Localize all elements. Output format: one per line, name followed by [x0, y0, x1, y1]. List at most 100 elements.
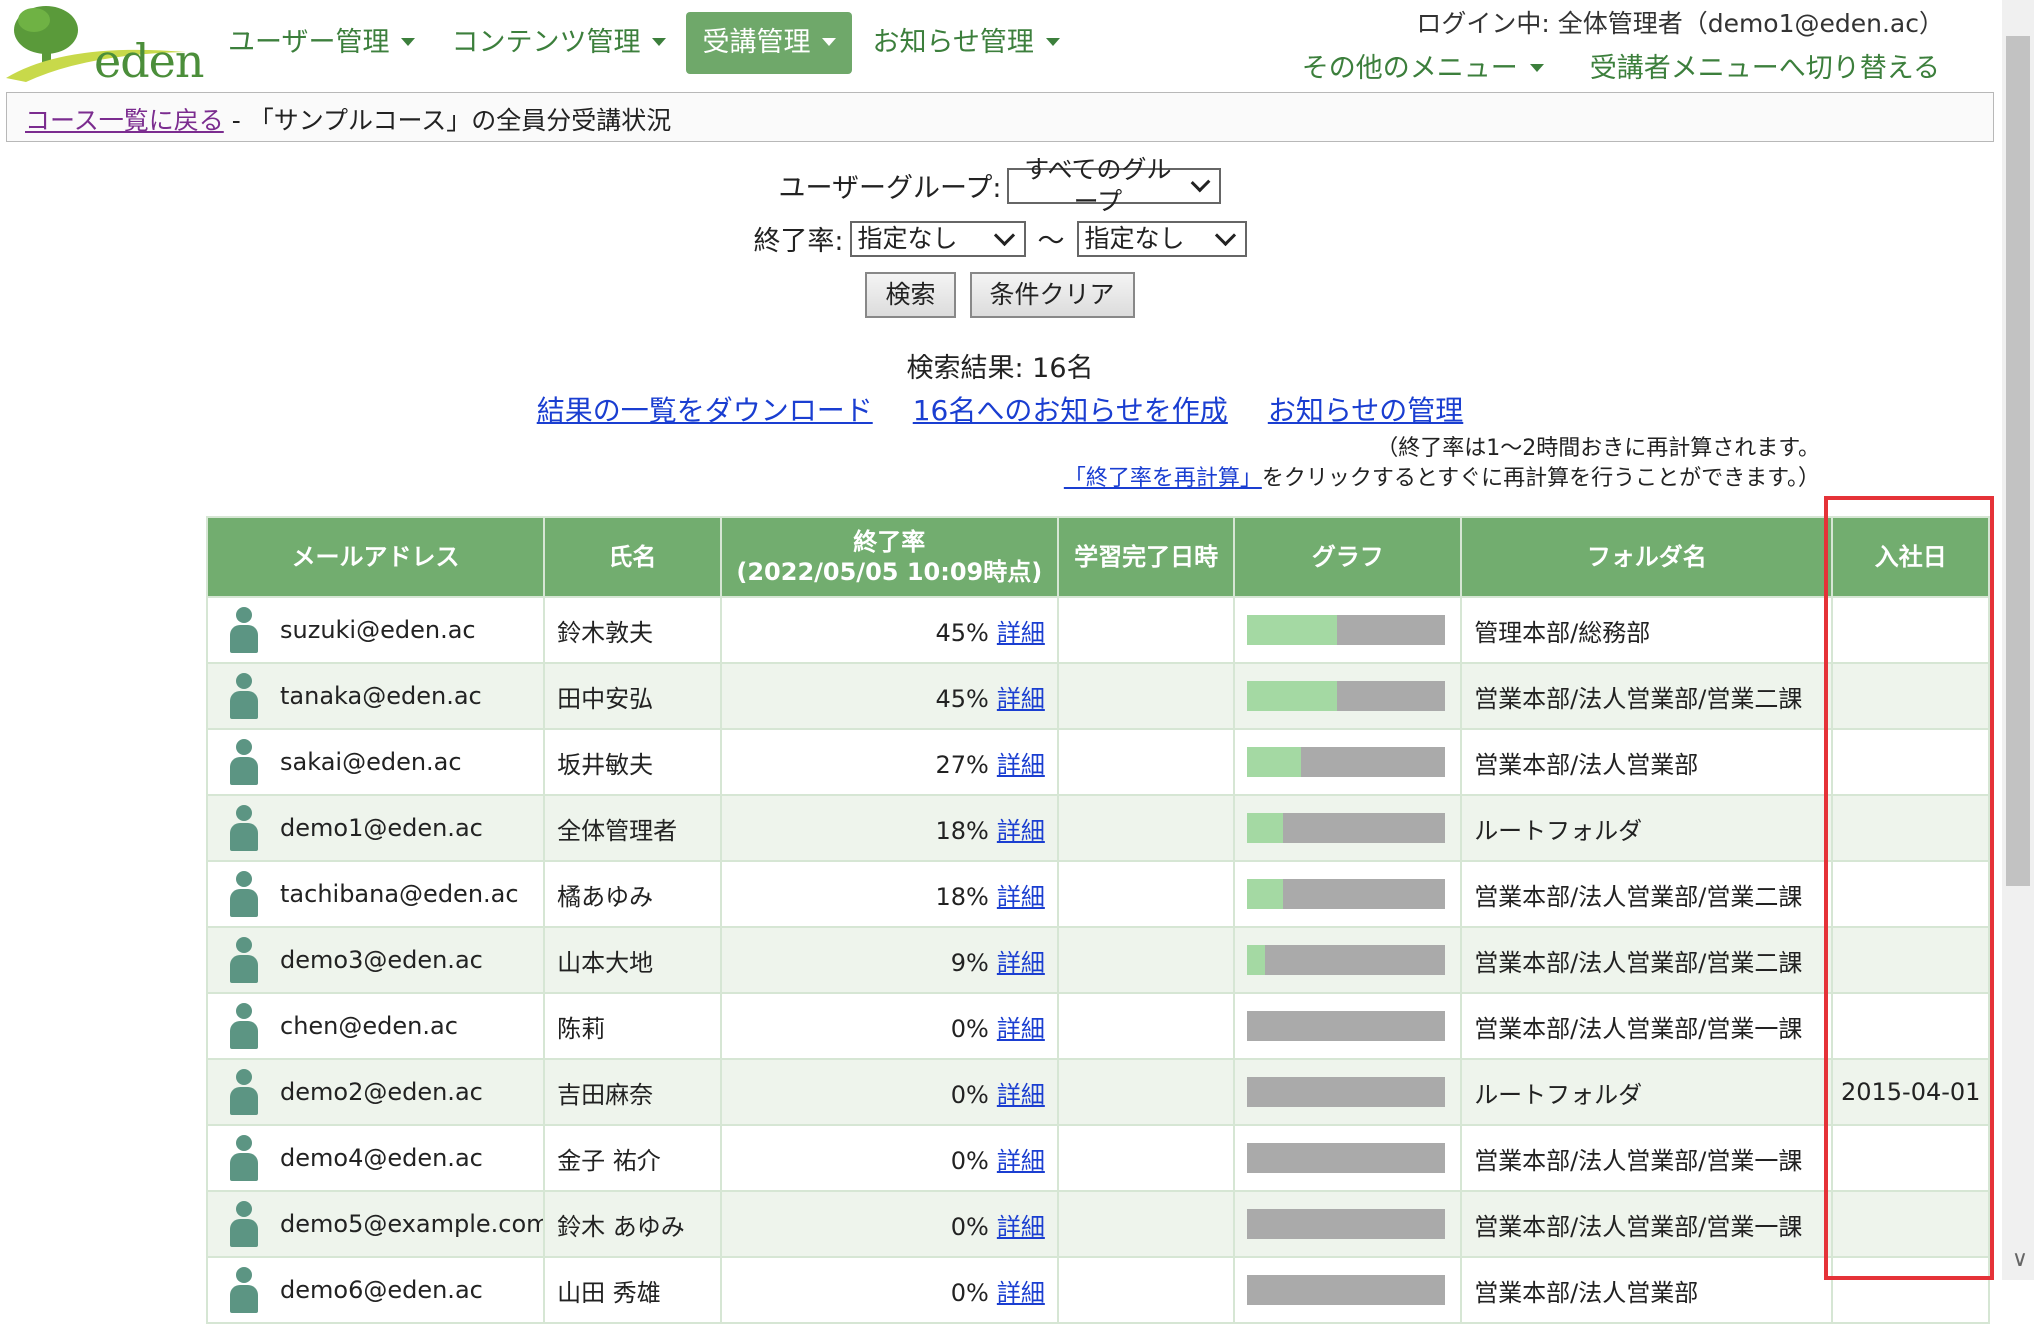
download-results-link[interactable]: 結果の一覧をダウンロード	[537, 389, 873, 429]
rate-from-value: 指定なし	[857, 223, 958, 253]
mail-cell: sakai@eden.ac	[205, 728, 546, 796]
other-menu[interactable]: その他のメニュー	[1302, 46, 1544, 85]
completed-at	[1056, 992, 1236, 1060]
user-icon	[228, 673, 260, 719]
completed-at	[1056, 1124, 1236, 1192]
completion-rate-cell: 0% 詳細	[719, 1058, 1059, 1126]
header-mail[interactable]: メールアドレス	[205, 516, 546, 598]
rate-label: 終了率:	[753, 226, 844, 257]
header-rate[interactable]: 終了率 (2022/05/05 10:09時点)	[719, 516, 1059, 598]
group-label: ユーザーグループ:	[778, 173, 1002, 204]
completion-rate: 18%	[935, 882, 989, 911]
user-name: 鈴木敦夫	[543, 596, 722, 664]
logo-text: eden	[94, 34, 205, 88]
detail-link[interactable]: 詳細	[997, 1015, 1045, 1043]
clear-conditions-button[interactable]: 条件クリア	[969, 272, 1135, 318]
folder-name: 営業本部/法人営業部	[1460, 728, 1834, 796]
nav-user-management[interactable]: ユーザー管理	[212, 12, 431, 74]
mail-cell: suzuki@eden.ac	[205, 596, 546, 664]
detail-link[interactable]: 詳細	[997, 883, 1045, 911]
header-completed-at[interactable]: 学習完了日時	[1056, 516, 1236, 598]
mail-address: demo2@eden.ac	[280, 1078, 483, 1106]
search-button[interactable]: 検索	[865, 272, 956, 318]
completion-rate: 18%	[935, 816, 989, 845]
mail-address: demo6@eden.ac	[280, 1276, 483, 1304]
header-graph: グラフ	[1233, 516, 1463, 598]
completion-rate: 45%	[935, 684, 989, 713]
detail-link[interactable]: 詳細	[997, 619, 1045, 647]
detail-link[interactable]: 詳細	[997, 685, 1045, 713]
mail-cell: demo6@eden.ac	[205, 1256, 546, 1324]
progress-fill	[1247, 813, 1284, 843]
progress-bar	[1247, 813, 1446, 843]
nav-label: 受講管理	[702, 27, 811, 58]
user-name: 橘あゆみ	[543, 860, 722, 928]
completed-at	[1056, 1058, 1236, 1126]
graph-cell	[1233, 662, 1463, 730]
detail-link[interactable]: 詳細	[997, 1081, 1045, 1109]
progress-bar	[1247, 1011, 1446, 1041]
detail-link[interactable]: 詳細	[997, 1213, 1045, 1241]
nav-label: ユーザー管理	[228, 27, 390, 58]
progress-bar	[1247, 1077, 1446, 1107]
mail-cell: tachibana@eden.ac	[205, 860, 546, 928]
folder-name: 営業本部/法人営業部/営業一課	[1460, 1190, 1834, 1258]
mail-cell: demo2@eden.ac	[205, 1058, 546, 1126]
scroll-down-arrow-icon[interactable]: ∨	[2012, 1247, 2028, 1272]
mail-cell: demo1@eden.ac	[205, 794, 546, 862]
detail-link[interactable]: 詳細	[997, 817, 1045, 845]
user-icon	[228, 805, 260, 851]
caret-down-icon	[1529, 63, 1544, 72]
eden-logo[interactable]: eden	[6, 2, 205, 88]
rate-to-select[interactable]: 指定なし	[1076, 220, 1247, 257]
recalculate-link[interactable]: 「終了率を再計算」	[1064, 466, 1262, 491]
detail-link[interactable]: 詳細	[997, 949, 1045, 977]
completed-at	[1056, 1190, 1236, 1258]
table-row: tanaka@eden.ac 田中安弘 45% 詳細 営業本部/法人営業部/営業二課	[205, 662, 1990, 730]
group-select[interactable]: すべてのグループ	[1007, 155, 1222, 216]
nav-label: コンテンツ管理	[451, 27, 641, 58]
caret-down-icon	[401, 37, 416, 46]
table-header-row: メールアドレス 氏名 終了率 (2022/05/05 10:09時点) 学習完了日…	[205, 516, 1990, 598]
completion-rate-cell: 0% 詳細	[719, 992, 1059, 1060]
table-row: demo4@eden.ac 金子 祐介 0% 詳細 営業本部/法人営業部/営業一課	[205, 1124, 1990, 1192]
chevron-down-icon	[1190, 172, 1211, 193]
nav-attendance-management[interactable]: 受講管理	[686, 12, 853, 74]
user-icon	[228, 871, 260, 917]
manage-notices-link[interactable]: お知らせの管理	[1268, 389, 1463, 429]
detail-link[interactable]: 詳細	[997, 1147, 1045, 1175]
user-name: 山田 秀雄	[543, 1256, 722, 1324]
highlight-box	[1824, 496, 1994, 1280]
table-row: demo3@eden.ac 山本大地 9% 詳細 営業本部/法人営業部/営業二課	[205, 926, 1990, 994]
mail-address: suzuki@eden.ac	[280, 616, 476, 644]
completed-at	[1056, 860, 1236, 928]
header: eden ユーザー管理 コンテンツ管理 受講管理 お知らせ管理 ログイン中: 全…	[0, 0, 2000, 92]
nav-notice-management[interactable]: お知らせ管理	[856, 12, 1075, 74]
progress-bar	[1247, 1143, 1446, 1173]
table-row: chen@eden.ac 陈莉 0% 詳細 営業本部/法人営業部/営業一課	[205, 992, 1990, 1060]
breadcrumb-bar: コース一覧に戻る - 「サンプルコース」の全員分受講状況	[6, 92, 1994, 142]
page-title: 「サンプルコース」の全員分受講状況	[248, 106, 672, 135]
rate-from-select[interactable]: 指定なし	[849, 220, 1026, 257]
header-folder[interactable]: フォルダ名	[1460, 516, 1834, 598]
user-icon	[228, 1267, 260, 1313]
completed-at	[1056, 728, 1236, 796]
detail-link[interactable]: 詳細	[997, 1279, 1045, 1307]
folder-name: ルートフォルダ	[1460, 794, 1834, 862]
back-to-course-list-link[interactable]: コース一覧に戻る	[25, 106, 224, 135]
mail-address: sakai@eden.ac	[280, 748, 462, 776]
header-name[interactable]: 氏名	[543, 516, 722, 598]
vertical-scrollbar[interactable]: ∨	[2002, 0, 2034, 1280]
nav-content-management[interactable]: コンテンツ管理	[435, 12, 682, 74]
mail-address: tachibana@eden.ac	[280, 880, 519, 908]
scrollbar-thumb[interactable]	[2006, 36, 2030, 886]
caret-down-icon	[822, 37, 837, 46]
user-icon	[228, 1135, 260, 1181]
caret-down-icon	[1045, 37, 1060, 46]
detail-link[interactable]: 詳細	[997, 751, 1045, 779]
note-line1: （終了率は1〜2時間おきに再計算されます。	[1376, 436, 1820, 461]
switch-to-learner-link[interactable]: 受講者メニューへ切り替える	[1590, 46, 1940, 85]
create-notice-link[interactable]: 16名へのお知らせを作成	[913, 389, 1228, 429]
table-row: demo5@example.com 鈴木 あゆみ 0% 詳細 営業本部/法人営業部/営業…	[205, 1190, 1990, 1258]
mail-address: demo4@eden.ac	[280, 1144, 483, 1172]
